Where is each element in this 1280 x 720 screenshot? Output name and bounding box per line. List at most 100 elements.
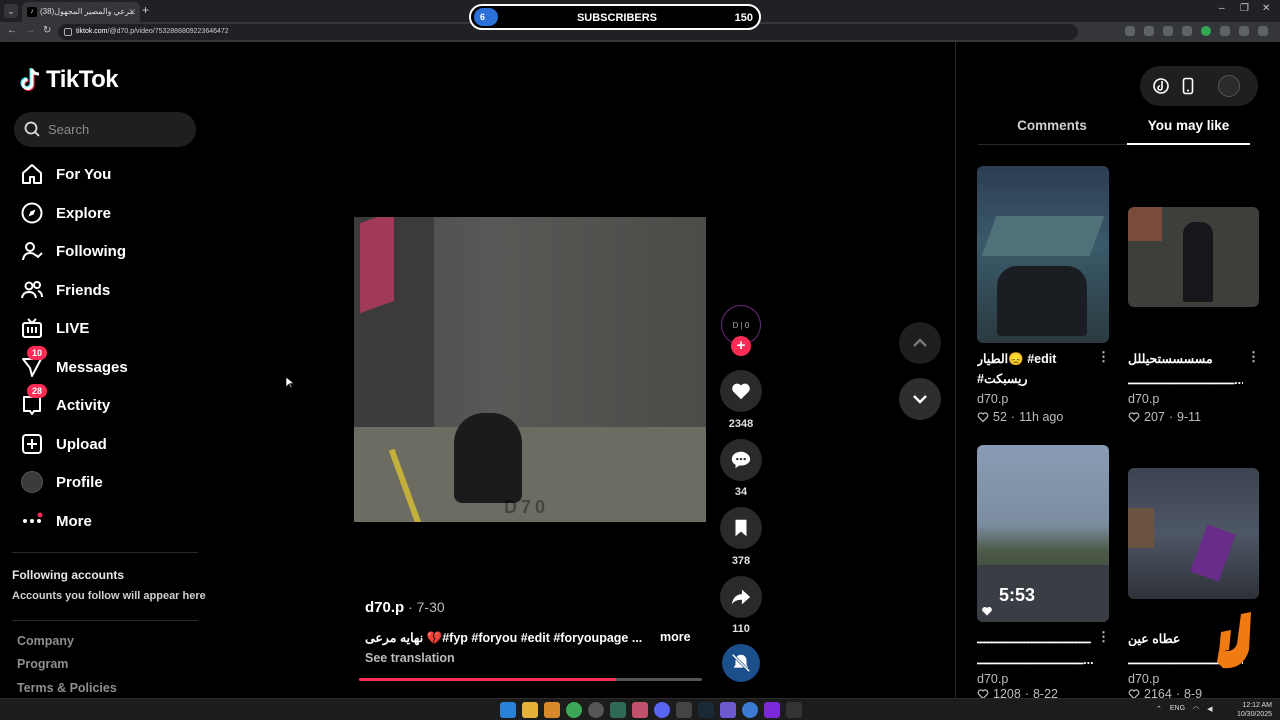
sidebar-item-label: Following [56,242,126,260]
forward-icon[interactable]: → [25,25,35,36]
sidebar-item-activity[interactable]: 28 Activity [20,384,110,420]
sidebar-item-upload[interactable]: Upload [20,429,107,459]
wifi-icon[interactable]: ◠ [1193,705,1199,713]
card-stats: 2164 · 8-9 [1128,689,1202,698]
extension-status-icon[interactable] [1201,26,1211,36]
share-button[interactable] [720,576,762,618]
card-author[interactable]: d70.p [977,672,1008,686]
sidebar-item-label: LIVE [56,319,90,337]
chrome-icon[interactable] [566,702,582,718]
mute-button[interactable] [722,644,760,682]
tiktok-coin-icon[interactable] [1152,77,1170,95]
heart-outline-icon [977,412,989,423]
thumbnail-overlay-text: 5:53 [999,585,1036,605]
next-video-button[interactable] [899,378,941,420]
caption-more-button[interactable]: more [660,630,691,644]
card-title-line2[interactable]: ـــــــــــــــــــــــــــــ... [1128,372,1243,387]
follow-button[interactable]: + [731,336,751,356]
steam-icon[interactable] [698,702,714,718]
discord-icon[interactable] [654,702,670,718]
tab-you-may-like[interactable]: You may like [1127,118,1250,133]
card-more-icon[interactable]: ⋮ [1097,629,1110,645]
footer-link-company[interactable]: Company [17,634,74,648]
sidebar-item-following[interactable]: Following [20,236,126,266]
reload-icon[interactable]: ↻ [43,25,51,36]
tab-close-icon[interactable]: ✕ [128,2,136,22]
search-box[interactable] [14,112,196,147]
recommended-video-thumbnail[interactable] [1128,207,1259,307]
restore-button[interactable]: ❐ [1240,3,1249,14]
card-title[interactable]: الطيار😞 #edit [977,351,1095,367]
browser-tab[interactable]: ♪ (38)مرعي والمصير المجهول ✕ [22,2,140,22]
close-window-button[interactable]: ✕ [1262,3,1270,14]
zoom-icon[interactable] [1163,26,1173,36]
sidebar-item-profile[interactable]: Profile [20,467,103,497]
card-author[interactable]: d70.p [977,392,1008,406]
tab-comments[interactable]: Comments [978,118,1126,133]
new-tab-button[interactable]: + [142,3,149,17]
card-title[interactable]: مسسسستحيللل [1128,351,1243,366]
video-author[interactable]: d70.p · 7-30 [365,599,445,616]
tiktok-logo[interactable]: TikTok [20,66,119,94]
menu-icon[interactable] [1258,26,1268,36]
like-button[interactable] [720,370,762,412]
video-player[interactable]: D70 [354,217,706,522]
tray-chevron-icon[interactable]: ⌃ [1156,705,1162,713]
search-icon [24,121,40,137]
back-icon[interactable]: ← [7,25,17,36]
video-scene-light [360,217,394,314]
card-more-icon[interactable]: ⋮ [1247,349,1260,365]
footer-link-program[interactable]: Program [17,657,68,671]
sidebar-item-messages[interactable]: 10 Messages [20,346,128,382]
install-icon[interactable] [1125,26,1135,36]
app-icon[interactable] [610,702,626,718]
card-more-icon[interactable]: ⋮ [1097,349,1110,365]
comment-button[interactable] [720,439,762,481]
site-info-icon[interactable] [64,28,72,36]
following-accounts-subtitle: Accounts you follow will appear here [12,590,206,602]
user-avatar[interactable] [1218,75,1240,97]
clock-date: 10/30/2025 [1236,711,1272,718]
card-author[interactable]: d70.p [1128,392,1159,406]
recommended-video-thumbnail[interactable] [977,166,1109,343]
app-icon[interactable] [632,702,648,718]
recommended-video-thumbnail[interactable]: 5:53 [977,445,1109,622]
start-icon[interactable] [500,702,516,718]
bookmark-star-icon[interactable] [1182,26,1192,36]
extensions-icon[interactable] [1220,26,1230,36]
volume-icon[interactable]: ◀ [1207,705,1212,713]
card-title[interactable]: ـــــــــــــــــــــــــــــــ [977,631,1095,646]
language-indicator[interactable]: ENG [1170,705,1185,713]
recommended-video-thumbnail[interactable] [1128,468,1259,599]
sidebar-item-friends[interactable]: Friends [20,275,110,305]
tab-search-icon[interactable]: ⌄ [4,4,18,18]
app-icon[interactable] [544,702,560,718]
sidebar-item-live[interactable]: LIVE [20,313,89,343]
profile-icon[interactable] [1239,26,1249,36]
sidebar-item-for-you[interactable]: For You [20,159,111,189]
card-author[interactable]: d70.p [1128,672,1159,686]
see-translation-button[interactable]: See translation [365,651,455,665]
app-icon[interactable] [764,702,780,718]
card-title-line2[interactable]: ـــــــــــــــــــــــــــــ... [977,652,1095,667]
save-button[interactable] [720,507,762,549]
get-app-icon[interactable] [1179,77,1197,95]
previous-video-button[interactable] [899,322,941,364]
app-icon[interactable] [786,702,802,718]
home-icon [20,162,44,186]
app-icon[interactable] [676,702,692,718]
app-icon[interactable] [742,702,758,718]
minimize-button[interactable]: – [1219,3,1225,14]
sidebar-item-explore[interactable]: Explore [20,198,111,228]
author-name[interactable]: d70.p [365,599,404,616]
card-title-line2[interactable]: #ريسبكت [977,371,1095,386]
video-progress-bar[interactable] [359,678,702,681]
footer-link-terms[interactable]: Terms & Policies [17,681,117,695]
app-icon[interactable] [720,702,736,718]
clock[interactable]: 12:12 AM 10/30/2025 [1237,701,1272,719]
sidebar-item-more[interactable]: More [20,506,92,536]
app-icon[interactable] [588,702,604,718]
search-input[interactable] [48,112,188,147]
file-explorer-icon[interactable] [522,702,538,718]
translate-icon[interactable] [1144,26,1154,36]
